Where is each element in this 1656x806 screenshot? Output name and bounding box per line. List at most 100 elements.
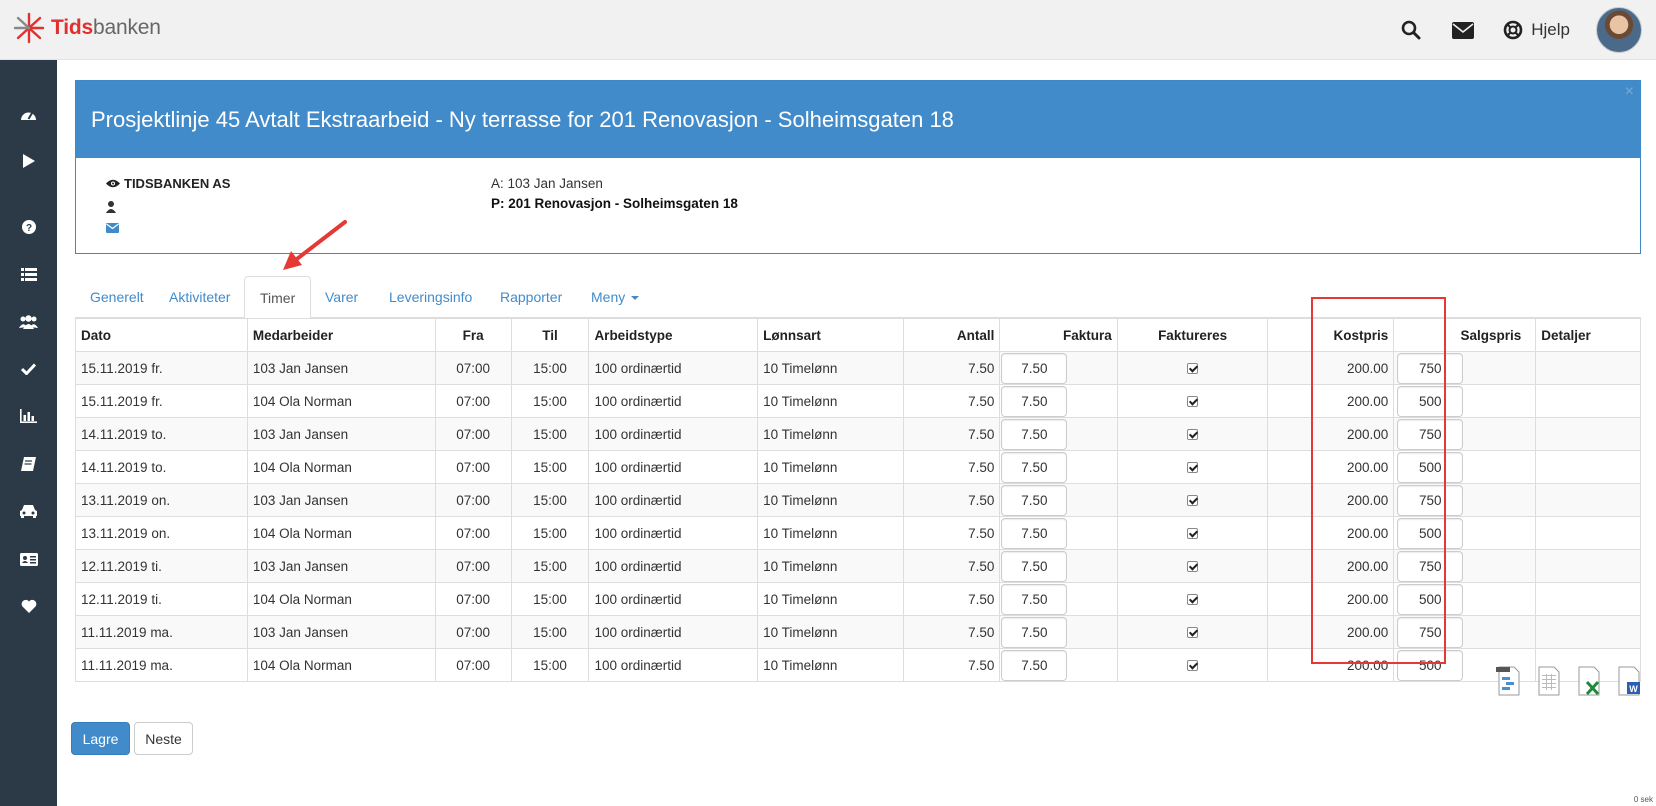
col-til[interactable]: Til	[510, 318, 590, 352]
date-link[interactable]: 11.11.2019 ma.	[75, 648, 248, 682]
invoice-hours-input[interactable]: 7.50	[1001, 385, 1068, 417]
table-row: 15.11.2019 fr. 104 Ola Norman 07:00 15:00 10…	[75, 384, 1641, 418]
date-link[interactable]: 13.11.2019 on.	[75, 483, 248, 517]
invoiced-checkbox[interactable]	[1187, 429, 1199, 441]
to-time-cell: 15:00	[510, 384, 590, 418]
dashboard-icon[interactable]	[0, 100, 57, 130]
invoiced-checkbox[interactable]	[1187, 462, 1199, 474]
to-time-cell: 15:00	[510, 648, 590, 682]
date-link[interactable]: 11.11.2019 ma.	[75, 615, 248, 649]
sales-price-input[interactable]: 750	[1397, 550, 1464, 582]
invoiced-checkbox[interactable]	[1187, 363, 1199, 375]
book-icon[interactable]	[0, 449, 57, 479]
date-link[interactable]: 13.11.2019 on.	[75, 516, 248, 550]
invoiced-checkbox[interactable]	[1187, 528, 1199, 540]
col-medarbeider[interactable]: Medarbeider	[246, 318, 436, 352]
to-time-cell: 15:00	[510, 417, 590, 451]
invoice-hours-input[interactable]: 7.50	[1001, 649, 1068, 681]
sales-price-input[interactable]: 500	[1397, 583, 1464, 615]
list-icon[interactable]	[0, 259, 57, 289]
svg-text:?: ?	[25, 223, 31, 234]
invoiced-checkbox[interactable]	[1187, 561, 1199, 573]
mail-icon[interactable]	[1451, 18, 1475, 42]
hours-table: Dato Medarbeider Fra Til Arbeidstype Løn…	[75, 318, 1641, 682]
sales-price-input[interactable]: 500	[1397, 517, 1464, 549]
invoice-hours-input[interactable]: 7.50	[1001, 616, 1068, 648]
col-kostpris[interactable]: Kostpris	[1267, 318, 1395, 352]
wage-type-cell: 10 Timelønn	[757, 417, 905, 451]
users-icon[interactable]	[0, 307, 57, 337]
date-link[interactable]: 15.11.2019 fr.	[75, 351, 248, 385]
id-card-icon[interactable]	[0, 544, 57, 574]
tab-rapporter[interactable]: Rapporter	[485, 276, 577, 318]
export-project-icon[interactable]	[1496, 666, 1522, 696]
close-icon[interactable]: ×	[1625, 83, 1634, 101]
bar-chart-icon[interactable]	[0, 401, 57, 431]
date-link[interactable]: 12.11.2019 ti.	[75, 582, 248, 616]
col-fra[interactable]: Fra	[434, 318, 512, 352]
tab-varer[interactable]: Varer	[310, 276, 373, 318]
invoice-hours-input[interactable]: 7.50	[1001, 418, 1068, 450]
sales-price-input[interactable]: 750	[1397, 352, 1464, 384]
invoiced-checkbox[interactable]	[1187, 495, 1199, 507]
search-icon[interactable]	[1399, 18, 1423, 42]
sales-price-input[interactable]: 500	[1397, 451, 1464, 483]
col-lonnsart[interactable]: Lønnsart	[757, 318, 905, 352]
brand-logo[interactable]: Tidsbanken	[13, 12, 161, 44]
wage-type-cell: 10 Timelønn	[757, 483, 905, 517]
sales-price-input[interactable]: 500	[1397, 649, 1464, 681]
invoice-hours-input[interactable]: 7.50	[1001, 517, 1068, 549]
invoiced-checkbox[interactable]	[1187, 660, 1199, 672]
next-button[interactable]: Neste	[134, 722, 193, 755]
invoiced-checkbox[interactable]	[1187, 396, 1199, 408]
col-dato[interactable]: Dato	[75, 318, 248, 352]
invoiced-cell	[1116, 615, 1269, 649]
sales-price-input[interactable]: 750	[1397, 616, 1464, 648]
export-calc-icon[interactable]	[1536, 666, 1562, 696]
quantity-cell: 7.50	[903, 384, 1001, 418]
col-salgspris[interactable]: Salgspris	[1393, 318, 1537, 352]
invoice-hours-input[interactable]: 7.50	[1001, 484, 1068, 516]
col-faktureres[interactable]: Faktureres	[1116, 318, 1269, 352]
help-link[interactable]: Hjelp	[1503, 20, 1570, 40]
export-excel-icon[interactable]	[1576, 666, 1602, 696]
question-icon[interactable]: ?	[0, 212, 57, 242]
invoice-hours-input[interactable]: 7.50	[1001, 550, 1068, 582]
col-faktura[interactable]: Faktura	[999, 318, 1118, 352]
save-button[interactable]: Lagre	[71, 722, 130, 755]
sales-price-input[interactable]: 500	[1397, 385, 1464, 417]
invoice-hours-input[interactable]: 7.50	[1001, 451, 1068, 483]
tab-meny[interactable]: Meny	[576, 276, 654, 318]
invoice-hours-input[interactable]: 7.50	[1001, 583, 1068, 615]
tab-generelt[interactable]: Generelt	[75, 276, 159, 318]
car-icon[interactable]	[0, 496, 57, 526]
tab-timer[interactable]: Timer	[244, 276, 312, 319]
col-antall[interactable]: Antall	[903, 318, 1001, 352]
invoiced-checkbox[interactable]	[1187, 627, 1199, 639]
play-icon[interactable]	[0, 146, 57, 176]
invoice-hours-cell: 7.50	[999, 450, 1118, 484]
tab-aktiviteter[interactable]: Aktiviteter	[154, 276, 245, 318]
to-time-cell: 15:00	[510, 549, 590, 583]
envelope-icon[interactable]	[106, 220, 119, 236]
col-arbeidstype[interactable]: Arbeidstype	[588, 318, 759, 352]
date-link[interactable]: 15.11.2019 fr.	[75, 384, 248, 418]
table-header-row: Dato Medarbeider Fra Til Arbeidstype Løn…	[75, 318, 1641, 352]
sidebar: ?	[0, 60, 57, 806]
sales-price-input[interactable]: 750	[1397, 418, 1464, 450]
date-link[interactable]: 14.11.2019 to.	[75, 417, 248, 451]
user-avatar[interactable]	[1596, 7, 1642, 53]
work-type-cell: 100 ordinærtid	[588, 351, 759, 385]
invoice-hours-input[interactable]: 7.50	[1001, 352, 1068, 384]
heart-icon[interactable]	[0, 591, 57, 621]
export-word-icon[interactable]: W	[1616, 666, 1642, 696]
invoiced-cell	[1116, 384, 1269, 418]
date-link[interactable]: 14.11.2019 to.	[75, 450, 248, 484]
col-detaljer[interactable]: Detaljer	[1535, 318, 1641, 352]
invoiced-checkbox[interactable]	[1187, 594, 1199, 606]
check-icon[interactable]	[0, 354, 57, 384]
sales-price-input[interactable]: 750	[1397, 484, 1464, 516]
date-link[interactable]: 12.11.2019 ti.	[75, 549, 248, 583]
to-time-cell: 15:00	[510, 450, 590, 484]
tab-leveringsinfo[interactable]: Leveringsinfo	[374, 276, 487, 318]
